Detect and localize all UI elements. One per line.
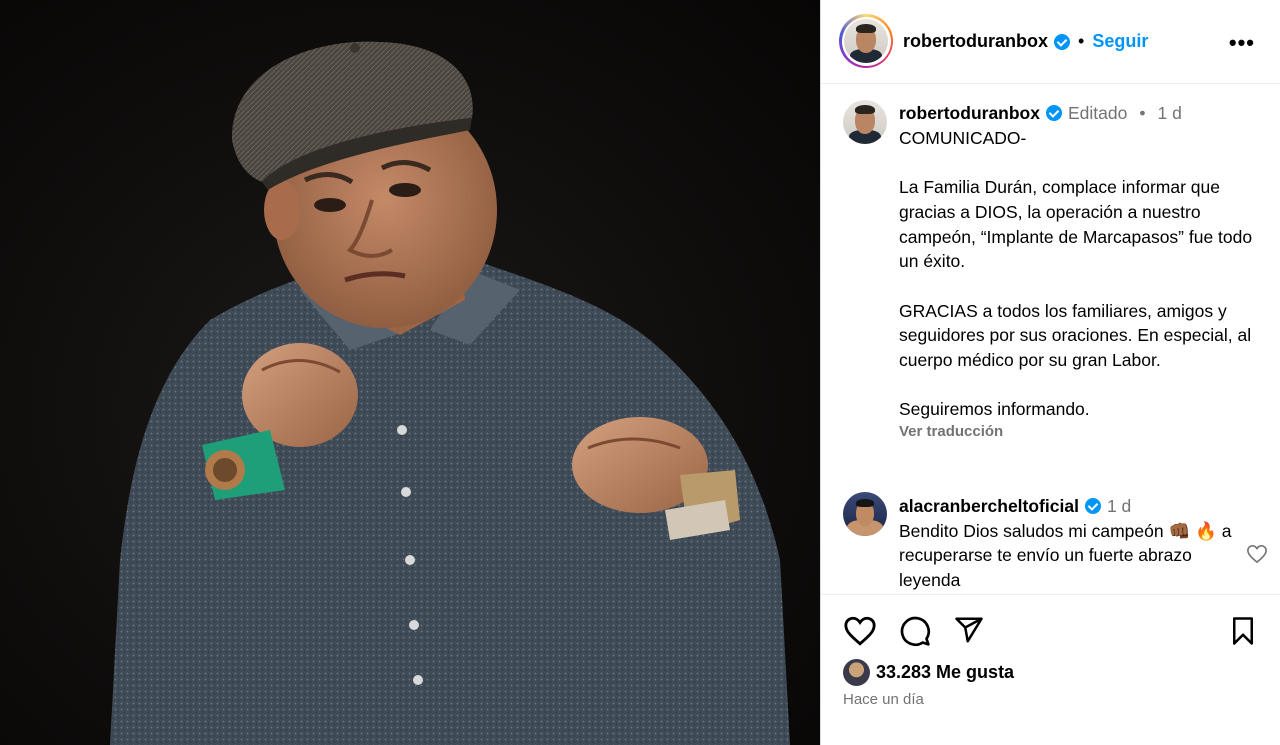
avatar <box>843 492 887 536</box>
share-icon[interactable] <box>953 615 985 645</box>
avatar <box>843 100 887 144</box>
header-user-row: robertoduranbox • Seguir <box>903 31 1148 52</box>
see-translation-button[interactable]: Ver traducción <box>899 420 1265 445</box>
boxer-portrait-image <box>110 41 790 745</box>
comment-icon[interactable] <box>899 615 931 647</box>
caption-avatar[interactable] <box>843 100 887 144</box>
likes-row[interactable]: 33.283 Me gusta <box>843 659 1014 686</box>
liker-avatar[interactable] <box>843 659 870 686</box>
comment-body: Bendito Dios saludos mi campeón 👊🏾 🔥 a r… <box>899 520 1232 591</box>
story-ring-avatar[interactable] <box>839 14 893 68</box>
comment-age[interactable]: 1 d <box>1107 494 1131 519</box>
comment-like-icon[interactable] <box>1246 544 1268 564</box>
edited-label: Editado <box>1067 103 1128 123</box>
post-side-panel: robertoduranbox • Seguir ••• robertodura… <box>820 0 1280 745</box>
instagram-post: robertoduranbox • Seguir ••• robertodura… <box>0 0 1280 745</box>
avatar <box>844 19 888 63</box>
action-bar: 33.283 Me gusta Hace un día <box>821 594 1280 745</box>
comment-avatar[interactable] <box>843 492 887 536</box>
verified-badge-icon <box>1054 33 1071 50</box>
post-photo[interactable] <box>0 0 820 745</box>
likes-count[interactable]: 33.283 Me gusta <box>876 662 1014 683</box>
separator: • <box>1139 103 1146 123</box>
post-header: robertoduranbox • Seguir ••• <box>821 0 1280 84</box>
caption-username[interactable]: robertoduranbox <box>899 101 1040 126</box>
header-username[interactable]: robertoduranbox <box>903 31 1048 52</box>
separator: • <box>1078 31 1085 51</box>
comment-username[interactable]: alacranbercheltoficial <box>899 494 1079 519</box>
comment-text: alacranbercheltoficial 1 d Bendito Dios … <box>899 494 1239 593</box>
caption: robertoduranbox Editado • 1 d COMUNICADO… <box>899 101 1265 445</box>
save-icon[interactable] <box>1228 615 1258 647</box>
caption-body: COMUNICADO- La Familia Durán, complace i… <box>899 127 1253 420</box>
comments-section[interactable]: robertoduranbox Editado • 1 d COMUNICADO… <box>821 84 1280 594</box>
verified-badge-icon <box>1084 498 1101 515</box>
like-icon[interactable] <box>843 615 877 647</box>
follow-button[interactable]: Seguir <box>1092 31 1148 52</box>
verified-badge-icon <box>1045 105 1062 122</box>
post-timestamp[interactable]: Hace un día <box>843 691 924 708</box>
more-options-icon[interactable]: ••• <box>1229 30 1255 56</box>
caption-age[interactable]: 1 d <box>1157 101 1181 126</box>
